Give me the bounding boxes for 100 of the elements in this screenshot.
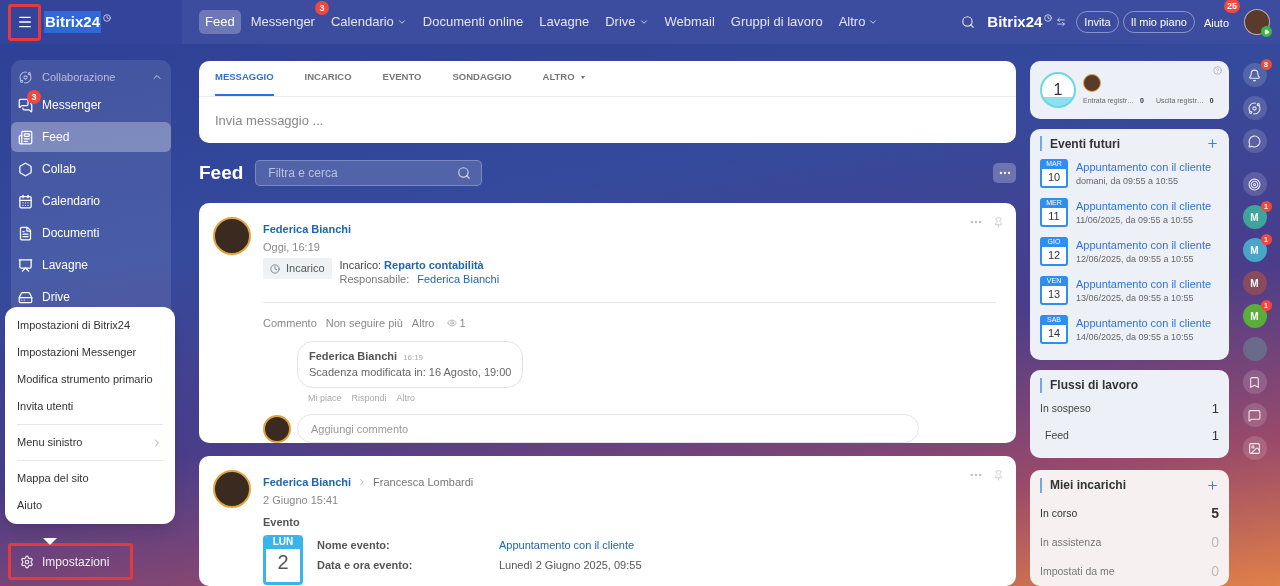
- orbit-icon[interactable]: [1242, 96, 1267, 120]
- status-icon: [1261, 26, 1272, 37]
- responsible-link[interactable]: Federica Bianchi: [417, 272, 500, 286]
- settings-icon: [20, 554, 34, 569]
- sidebar-item[interactable]: Lavagne: [11, 250, 171, 280]
- sidebar-item[interactable]: Messenger 3: [11, 90, 171, 120]
- comment-text: Scadenza modificata in: 16 Agosto, 19:00: [309, 365, 512, 380]
- row-label: Feed: [1045, 428, 1070, 443]
- nav-tab[interactable]: Drive: [599, 10, 655, 34]
- menu-item[interactable]: Menu sinistro: [17, 429, 163, 456]
- hexagon-icon: [18, 161, 33, 177]
- count-badge: 3: [27, 90, 41, 104]
- author-link[interactable]: Federica Bianchi: [263, 474, 352, 491]
- section-title: Collaborazione: [42, 69, 116, 85]
- image-icon[interactable]: [1242, 436, 1267, 460]
- menu-item[interactable]: Aiuto: [17, 492, 163, 519]
- composer-tab[interactable]: INCARICO: [304, 61, 352, 96]
- calendar-date: LUN 2: [263, 534, 303, 585]
- action-link[interactable]: Non seguire più: [325, 315, 403, 332]
- menu-item[interactable]: Invita utenti: [17, 393, 163, 420]
- chevron-icon: [638, 17, 649, 27]
- event-link[interactable]: Appuntamento con il cliente: [1076, 236, 1212, 254]
- logo: Bitrix24: [44, 10, 102, 34]
- clock-icon: [103, 14, 112, 22]
- message-field[interactable]: Invia messaggio ...: [199, 97, 1016, 143]
- chat-avatar[interactable]: M: [1242, 271, 1267, 295]
- sidebar-item[interactable]: Calendario: [11, 186, 171, 216]
- swap-icon[interactable]: [1056, 17, 1067, 27]
- event-link[interactable]: Appuntamento con il cliente: [1076, 158, 1212, 176]
- bookmark-icon[interactable]: [1242, 370, 1267, 394]
- menu-button[interactable]: [8, 3, 41, 41]
- menu-item[interactable]: Mappa del sito: [17, 465, 163, 492]
- nav-tab[interactable]: Webmail: [658, 10, 721, 34]
- board-icon: [18, 257, 33, 273]
- count-badge: 3: [314, 1, 329, 15]
- user-avatar[interactable]: [1244, 9, 1270, 35]
- field-value: Lunedì 2 Giugno 2025, 09:55: [499, 557, 642, 573]
- sidebar-item[interactable]: Collab: [11, 154, 171, 184]
- avatar: [213, 217, 251, 255]
- bell-icon[interactable]: [1242, 63, 1267, 87]
- post-time: 2 Giugno 15:41: [263, 492, 340, 508]
- nav-tab[interactable]: Altro: [832, 10, 885, 34]
- menu-item[interactable]: Impostazioni Messenger: [17, 339, 163, 366]
- clock-icon: [270, 263, 280, 274]
- row-count: 0: [1211, 533, 1219, 552]
- responsible-label: Responsabile:: [339, 272, 410, 286]
- event-time: 14/06/2025, da 09:55 a 10:55: [1076, 331, 1195, 345]
- sidebar-item[interactable]: Feed: [11, 122, 171, 152]
- nav-tab[interactable]: Gruppi di lavoro: [724, 10, 829, 34]
- card-title: Flussi di lavoro: [1050, 377, 1140, 395]
- menu-item[interactable]: Impostazioni di Bitrix24: [17, 312, 163, 339]
- author-link[interactable]: Federica Bianchi: [263, 221, 996, 238]
- event-link[interactable]: Appuntamento con il cliente: [1076, 314, 1212, 332]
- menu-item[interactable]: Modifica strumento primario: [17, 366, 163, 393]
- newspaper-icon: [18, 129, 33, 145]
- add-icon[interactable]: [1206, 478, 1219, 492]
- avatar: [213, 470, 251, 508]
- chevron-icon: [396, 17, 407, 27]
- composer-tab[interactable]: SONDAGGIO: [452, 61, 512, 96]
- collaboration-icon: [19, 70, 32, 84]
- row-label: In assistenza: [1040, 534, 1103, 550]
- message-icon[interactable]: [1242, 403, 1267, 427]
- comment-time: 16:19: [403, 351, 424, 364]
- add-icon[interactable]: [1206, 137, 1219, 151]
- counter-gauge: 1: [1040, 71, 1076, 108]
- event-time: 12/06/2025, da 09:55 a 10:55: [1076, 253, 1195, 267]
- menu-pointer: [43, 538, 57, 545]
- help-button[interactable]: Aiuto: [1198, 12, 1234, 35]
- composer-tab[interactable]: ALTRO: [542, 61, 585, 96]
- settings-button[interactable]: Impostazioni: [8, 543, 133, 580]
- row-count: 5: [1211, 504, 1219, 523]
- nav-tab[interactable]: Lavagne: [533, 10, 596, 34]
- event-time: 13/06/2025, da 09:55 a 10:55: [1076, 292, 1195, 306]
- avatar: [263, 414, 291, 443]
- sidebar-item[interactable]: Drive: [11, 282, 171, 312]
- menu-icon: [16, 14, 33, 30]
- row-label: In corso: [1040, 505, 1079, 521]
- search-icon[interactable]: [961, 15, 976, 29]
- feed-title: Feed: [199, 160, 244, 185]
- sidebar-item[interactable]: Documenti: [11, 218, 171, 248]
- drive-icon: [18, 289, 33, 305]
- comment-field[interactable]: Aggiungi commento: [297, 414, 919, 443]
- field-label: Data e ora evento:: [317, 557, 414, 573]
- action-link[interactable]: Commento: [263, 315, 317, 332]
- task-link[interactable]: Reparto contabilità: [384, 258, 484, 272]
- event-link[interactable]: Appuntamento con il cliente: [1076, 275, 1212, 293]
- chat-icon[interactable]: [1242, 129, 1267, 153]
- more-button[interactable]: [993, 163, 1016, 183]
- nav-tab[interactable]: Documenti online: [416, 10, 530, 34]
- event-link[interactable]: Appuntamento con il cliente: [499, 534, 635, 555]
- action-link[interactable]: Altro: [411, 315, 435, 332]
- search-icon[interactable]: [457, 166, 472, 180]
- event-link[interactable]: Appuntamento con il cliente: [1076, 197, 1212, 215]
- nav-tab[interactable]: Feed: [199, 10, 241, 34]
- row-label: In sospeso: [1040, 401, 1092, 416]
- composer-tab[interactable]: EVENTO: [382, 61, 422, 96]
- comment-author[interactable]: Federica Bianchi: [309, 347, 398, 364]
- views-icon: [447, 318, 458, 329]
- recipient-link[interactable]: Francesca Lombardi: [373, 474, 474, 491]
- target-icon[interactable]: [1242, 172, 1267, 196]
